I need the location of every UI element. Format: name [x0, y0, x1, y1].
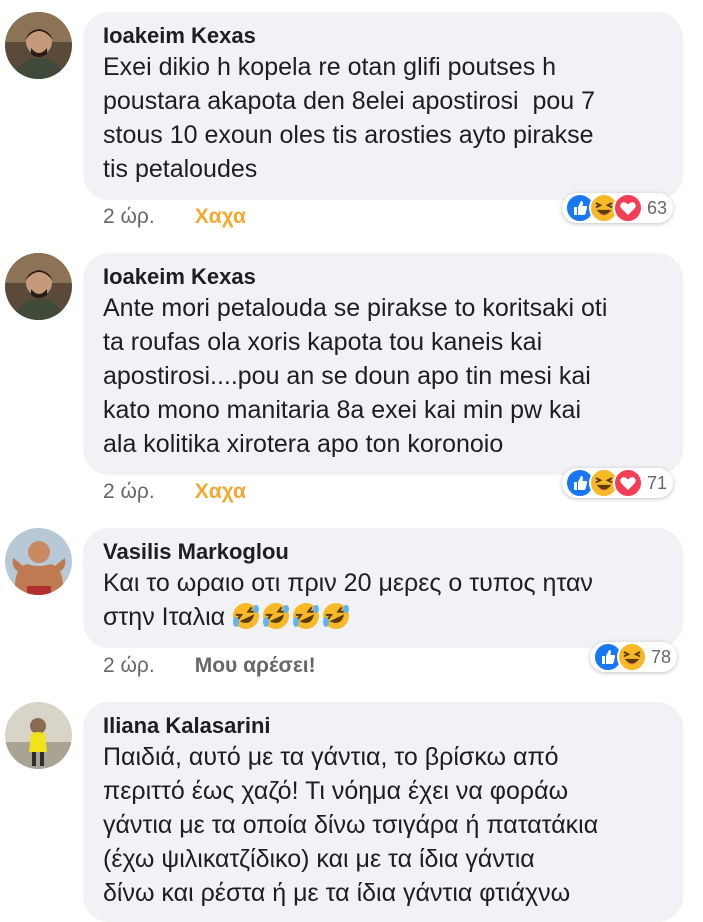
commenter-name[interactable]: Vasilis Markoglou: [103, 538, 663, 566]
reaction-count: 63: [647, 197, 668, 218]
commenter-name[interactable]: Ioakeim Kexas: [103, 22, 663, 50]
comment-actions: 2 ώρ. Χαχα: [103, 480, 246, 504]
avatar[interactable]: [5, 253, 72, 320]
comment-actions: 2 ώρ. Μου αρέσει!: [103, 654, 316, 678]
comment-text: Exei dikio h kopela re otan glifi poutse…: [103, 53, 596, 183]
rofl-emoji-icon: [262, 602, 291, 630]
reaction-summary[interactable]: 63: [562, 193, 674, 223]
comment-time[interactable]: 2 ώρ.: [103, 205, 155, 229]
reaction-summary[interactable]: 71: [562, 468, 674, 498]
commenter-name[interactable]: Ioakeim Kexas: [103, 263, 663, 291]
comment-text: Παιδιά, αυτό με τα γάντια, το βρίσκω από…: [103, 743, 599, 907]
comment-text: Ante mori petalouda se pirakse to korits…: [103, 294, 608, 458]
commenter-name[interactable]: Iliana Kalasarini: [103, 712, 663, 740]
avatar[interactable]: [5, 528, 72, 595]
like-button[interactable]: Μου αρέσει!: [195, 654, 316, 678]
rofl-emoji-icon: [232, 602, 261, 630]
comment-text-line: Και το ωραιο οτι πριν 20 μερες ο τυπος η…: [103, 569, 593, 597]
rofl-emoji-icon: [292, 602, 321, 630]
comment-time[interactable]: 2 ώρ.: [103, 480, 155, 504]
love-icon: [613, 468, 643, 498]
reaction-count: 71: [647, 472, 668, 493]
rofl-emoji-icon: [322, 602, 351, 630]
comment-bubble: Vasilis Markoglou Και το ωραιο οτι πριν …: [83, 528, 683, 648]
reaction-button[interactable]: Χαχα: [195, 480, 246, 504]
avatar[interactable]: [5, 12, 72, 79]
avatar[interactable]: [5, 702, 72, 769]
haha-icon: [617, 642, 647, 672]
comment-bubble: Ioakeim Kexas Ante mori petalouda se pir…: [83, 253, 683, 475]
reaction-button[interactable]: Χαχα: [195, 205, 246, 229]
comment-bubble: Iliana Kalasarini Παιδιά, αυτό με τα γάν…: [83, 702, 683, 922]
comment-actions: 2 ώρ. Χαχα: [103, 205, 246, 229]
reaction-count: 78: [651, 646, 672, 667]
love-icon: [613, 193, 643, 223]
comment-bubble: Ioakeim Kexas Exei dikio h kopela re ota…: [83, 12, 683, 200]
reaction-summary[interactable]: 78: [590, 642, 678, 672]
comment-text-line: στην Ιταλια: [103, 603, 226, 631]
comment-time[interactable]: 2 ώρ.: [103, 654, 155, 678]
comment-text: Και το ωραιο οτι πριν 20 μερες ο τυπος η…: [103, 566, 663, 634]
